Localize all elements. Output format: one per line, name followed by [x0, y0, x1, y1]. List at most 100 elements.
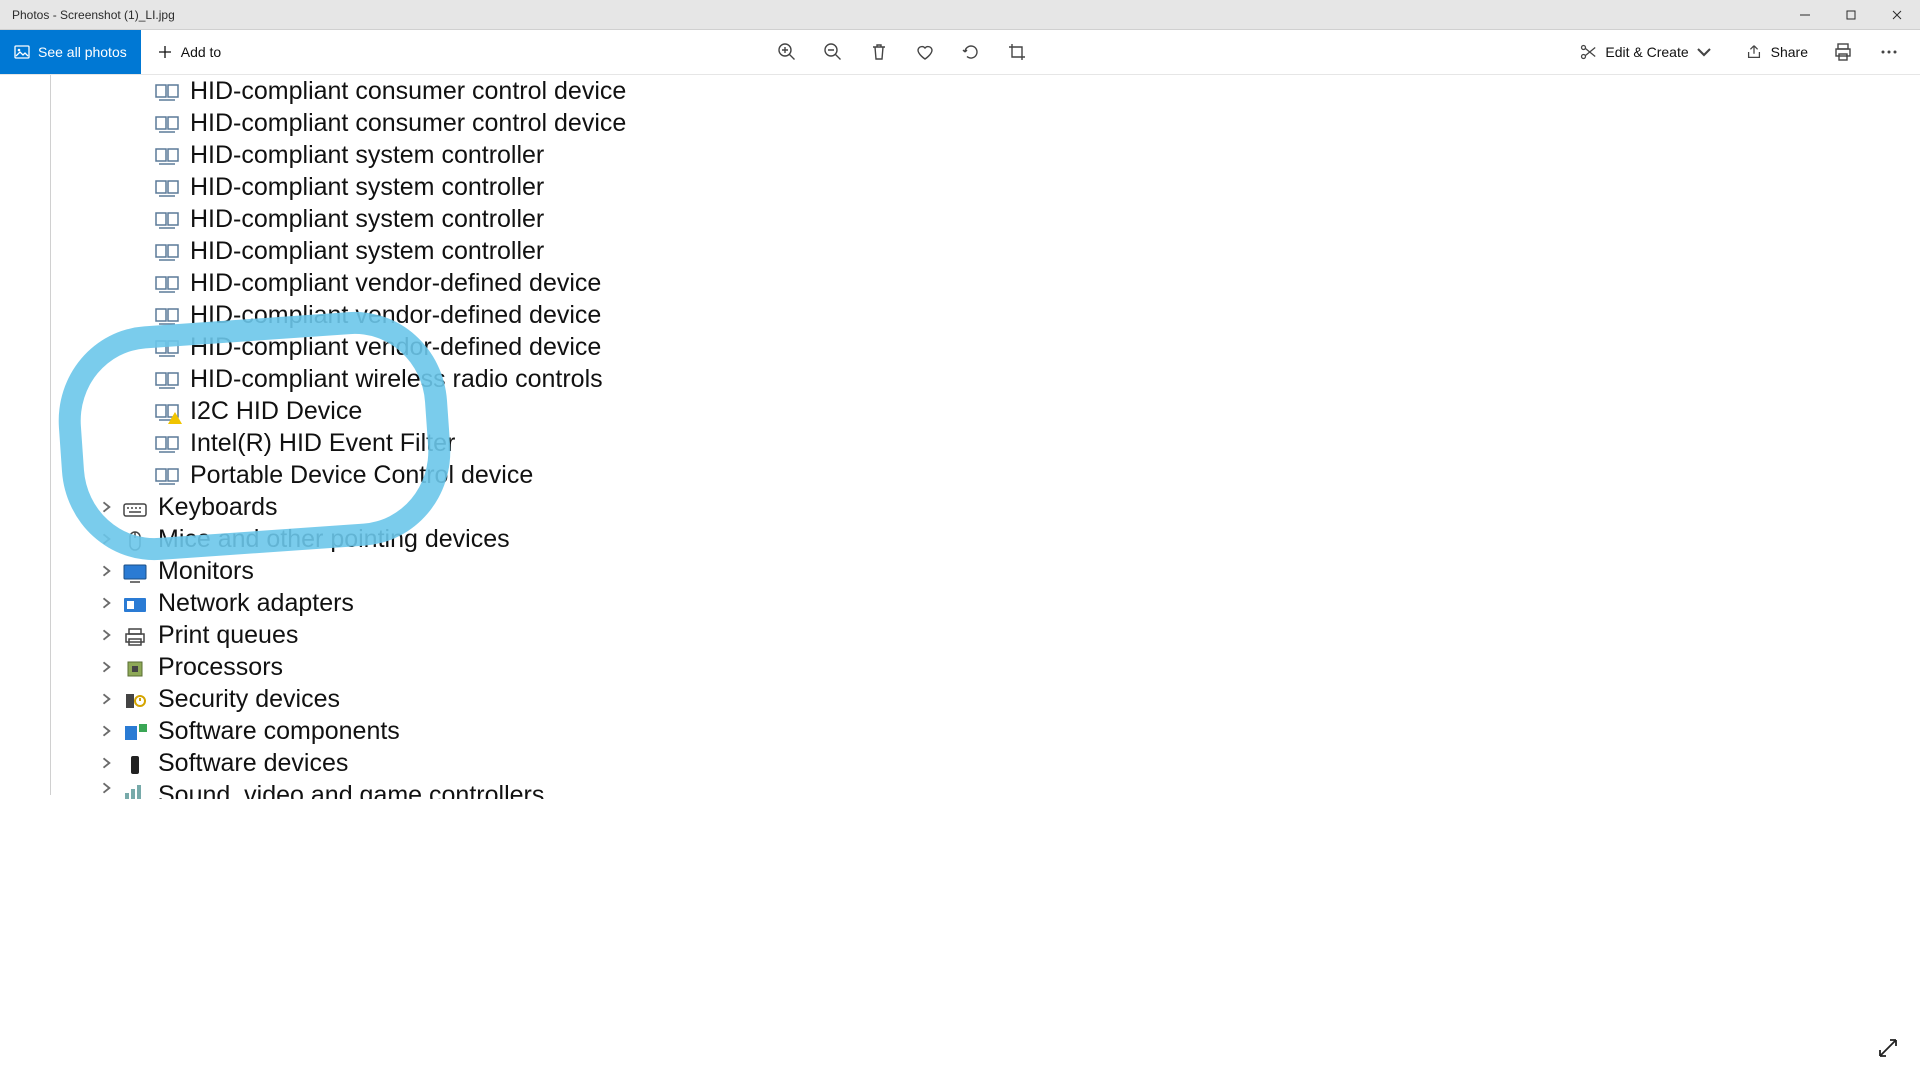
more-icon [1879, 42, 1899, 62]
crop-icon [1007, 42, 1027, 62]
device-icon [154, 176, 180, 198]
category-label: Print queues [158, 619, 298, 651]
keyboard-icon [122, 496, 148, 518]
device-category-row[interactable]: Monitors [20, 555, 626, 587]
edit-create-button[interactable]: Edit & Create [1567, 30, 1732, 74]
window-title: Photos - Screenshot (1)_LI.jpg [12, 8, 1782, 22]
device-row[interactable]: HID-compliant system controller [20, 171, 626, 203]
window-controls [1782, 0, 1920, 29]
device-row[interactable]: HID-compliant consumer control device [20, 107, 626, 139]
category-label: Processors [158, 651, 283, 683]
chevron-right-icon [98, 594, 116, 612]
add-to-button[interactable]: Add to [141, 30, 237, 74]
device-label: HID-compliant system controller [190, 171, 544, 203]
device-label: HID-compliant vendor-defined device [190, 299, 601, 331]
delete-icon [869, 42, 889, 62]
device-row[interactable]: HID-compliant system controller [20, 203, 626, 235]
photos-icon [14, 44, 30, 60]
device-icon [154, 272, 180, 294]
rotate-button[interactable] [948, 30, 994, 75]
crop-button[interactable] [994, 30, 1040, 75]
chevron-right-icon [98, 658, 116, 676]
device-row[interactable]: HID-compliant vendor-defined device [20, 299, 626, 331]
add-to-label: Add to [181, 44, 221, 60]
toolbar-center [237, 30, 1567, 75]
maximize-button[interactable] [1828, 0, 1874, 29]
device-category-row[interactable]: Print queues [20, 619, 626, 651]
device-row[interactable]: I2C HID Device [20, 395, 626, 427]
window-titlebar: Photos - Screenshot (1)_LI.jpg [0, 0, 1920, 30]
share-button[interactable]: Share [1733, 30, 1820, 74]
device-row[interactable]: HID-compliant vendor-defined device [20, 267, 626, 299]
chevron-right-icon [98, 498, 116, 516]
heart-icon [915, 42, 935, 62]
audio-icon [122, 779, 148, 799]
fullscreen-icon [1876, 1036, 1900, 1060]
device-icon [154, 368, 180, 390]
device-icon [154, 80, 180, 102]
minimize-button[interactable] [1782, 0, 1828, 29]
zoom-in-button[interactable] [764, 30, 810, 75]
plus-icon [157, 44, 173, 60]
scissors-icon [1579, 43, 1597, 61]
device-row[interactable]: HID-compliant consumer control device [20, 75, 626, 107]
close-button[interactable] [1874, 0, 1920, 29]
device-row[interactable]: Portable Device Control device [20, 459, 626, 491]
component-icon [122, 720, 148, 742]
chip-icon [122, 656, 148, 678]
device-category-row[interactable]: Sound, video and game controllers [20, 779, 626, 799]
device-category-row[interactable]: Software components [20, 715, 626, 747]
device-icon [154, 432, 180, 454]
device-label: HID-compliant system controller [190, 139, 544, 171]
close-icon [1892, 10, 1902, 20]
device-category-row[interactable]: Security devices [20, 683, 626, 715]
maximize-icon [1846, 10, 1856, 20]
print-button[interactable] [1820, 30, 1866, 75]
fullscreen-button[interactable] [1876, 1036, 1900, 1060]
see-all-photos-button[interactable]: See all photos [0, 30, 141, 74]
device-row[interactable]: HID-compliant system controller [20, 235, 626, 267]
category-label: Mice and other pointing devices [158, 523, 510, 555]
chevron-right-icon [98, 626, 116, 644]
more-button[interactable] [1866, 30, 1912, 75]
device-icon [154, 304, 180, 326]
device-icon [154, 464, 180, 486]
monitor-icon [122, 560, 148, 582]
device-row[interactable]: HID-compliant system controller [20, 139, 626, 171]
device-category-row[interactable]: Software devices [20, 747, 626, 779]
device-row[interactable]: HID-compliant wireless radio controls [20, 363, 626, 395]
device-label: I2C HID Device [190, 395, 362, 427]
network-icon [122, 592, 148, 614]
device-label: HID-compliant consumer control device [190, 75, 626, 107]
device-label: Intel(R) HID Event Filter [190, 427, 455, 459]
chevron-right-icon [98, 530, 116, 548]
rotate-icon [961, 42, 981, 62]
security-icon [122, 688, 148, 710]
device-label: HID-compliant vendor-defined device [190, 331, 601, 363]
edit-create-label: Edit & Create [1605, 44, 1688, 60]
device-category-row[interactable]: Mice and other pointing devices [20, 523, 626, 555]
delete-button[interactable] [856, 30, 902, 75]
photo-viewport[interactable]: HID-compliant consumer control deviceHID… [0, 75, 1920, 1080]
share-icon [1745, 43, 1763, 61]
device-label: Portable Device Control device [190, 459, 533, 491]
displayed-screenshot-image: HID-compliant consumer control deviceHID… [0, 75, 1920, 1080]
device-category-row[interactable]: Processors [20, 651, 626, 683]
device-icon [154, 400, 180, 422]
mouse-icon [122, 528, 148, 550]
device-category-row[interactable]: Keyboards [20, 491, 626, 523]
device-row[interactable]: HID-compliant vendor-defined device [20, 331, 626, 363]
category-label: Sound, video and game controllers [158, 779, 544, 799]
zoom-out-button[interactable] [810, 30, 856, 75]
category-label: Security devices [158, 683, 340, 715]
device-icon [154, 208, 180, 230]
device-label: HID-compliant system controller [190, 203, 544, 235]
device-label: HID-compliant wireless radio controls [190, 363, 603, 395]
device-row[interactable]: Intel(R) HID Event Filter [20, 427, 626, 459]
favorite-button[interactable] [902, 30, 948, 75]
chevron-right-icon [98, 722, 116, 740]
device-label: HID-compliant system controller [190, 235, 544, 267]
device-icon [154, 112, 180, 134]
device-category-row[interactable]: Network adapters [20, 587, 626, 619]
device-label: HID-compliant vendor-defined device [190, 267, 601, 299]
